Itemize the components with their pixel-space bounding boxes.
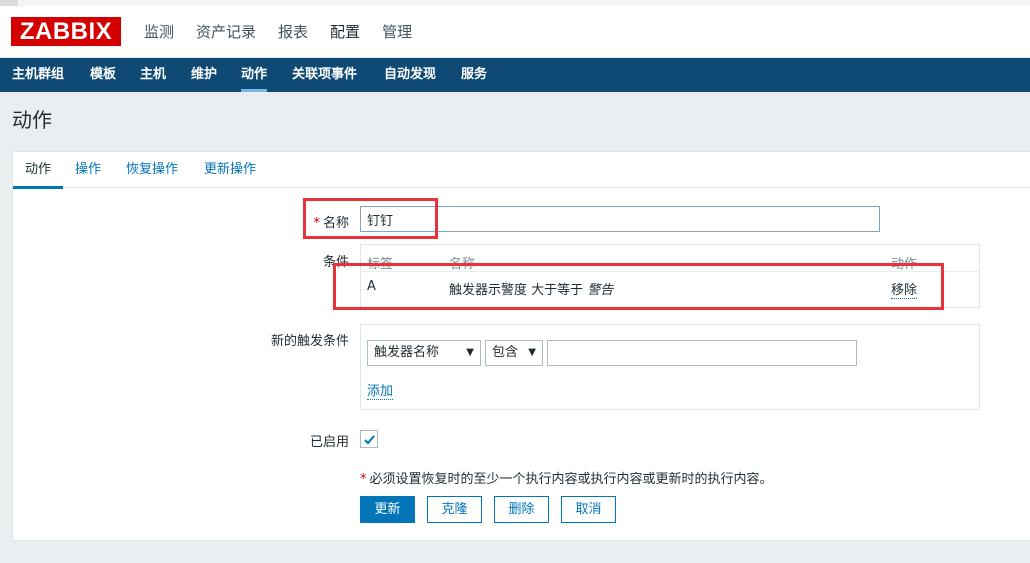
delete-button[interactable]: 删除	[494, 496, 549, 523]
requirement-note: * 必须设置恢复时的至少一个执行内容或执行内容或更新时的执行内容。	[360, 468, 773, 487]
condition-value-input[interactable]	[547, 340, 857, 366]
enabled-checkbox[interactable]	[360, 430, 378, 448]
main-menu-configuration[interactable]: 配置	[330, 6, 360, 58]
tab-operations[interactable]: 操作	[75, 152, 101, 188]
name-input[interactable]	[360, 206, 880, 232]
checkmark-icon	[364, 435, 375, 445]
clone-button[interactable]: 克隆	[427, 496, 482, 523]
sub-menu-host-groups[interactable]: 主机群组	[12, 58, 64, 92]
action-form-card: 动作 操作 恢复操作 更新操作 *名称 条件 标签 名称 动作 A 触发器示警度…	[12, 151, 1030, 541]
main-menu: 监测 资产记录 报表 配置 管理	[144, 6, 434, 58]
condition-type-select[interactable]: 触发器名称 ▼	[367, 340, 481, 366]
sub-menu-maintenance[interactable]: 维护	[191, 58, 217, 92]
add-condition-link[interactable]: 添加	[367, 380, 394, 400]
condition-operator-select[interactable]: 包含 ▼	[485, 340, 543, 366]
sub-menu-actions[interactable]: 动作	[241, 58, 268, 92]
highlight-box-condition	[333, 263, 944, 310]
tab-recovery-operations[interactable]: 恢复操作	[126, 152, 178, 188]
note-required-mark: *	[360, 472, 367, 487]
sub-menu-templates[interactable]: 模板	[90, 58, 116, 92]
main-menu-administration[interactable]: 管理	[382, 6, 412, 58]
sub-menu-discovery[interactable]: 自动发现	[384, 58, 436, 92]
update-button[interactable]: 更新	[360, 496, 415, 523]
new-condition-panel: 触发器名称 ▼ 包含 ▼ 添加	[360, 324, 980, 410]
sub-menu: 主机群组 模板 主机 维护 动作 关联项事件 自动发现 服务	[0, 58, 1030, 92]
sub-menu-hosts[interactable]: 主机	[140, 58, 166, 92]
chevron-down-icon: ▼	[466, 347, 474, 358]
header: ZABBIX 监测 资产记录 报表 配置 管理	[0, 6, 1030, 58]
highlight-box-name	[303, 198, 438, 239]
tab-update-operations[interactable]: 更新操作	[204, 152, 256, 188]
main-menu-reports[interactable]: 报表	[278, 6, 308, 58]
sub-menu-event-correlation[interactable]: 关联项事件	[292, 58, 357, 92]
cancel-button[interactable]: 取消	[561, 496, 616, 523]
chevron-down-icon: ▼	[528, 347, 536, 358]
sub-menu-services[interactable]: 服务	[461, 58, 487, 92]
zabbix-logo[interactable]: ZABBIX	[11, 17, 121, 46]
form-tabs: 动作 操作 恢复操作 更新操作	[12, 152, 1030, 189]
condition-type-value: 触发器名称	[374, 345, 440, 360]
enabled-label: 已启用	[309, 435, 349, 450]
new-condition-label: 新的触发条件	[270, 334, 349, 349]
main-menu-inventory[interactable]: 资产记录	[196, 6, 256, 58]
condition-operator-value: 包含	[492, 345, 519, 360]
note-text: 必须设置恢复时的至少一个执行内容或执行内容或更新时的执行内容。	[369, 472, 773, 487]
page-title: 动作	[12, 108, 52, 132]
tab-action[interactable]: 动作	[12, 152, 64, 189]
main-menu-monitoring[interactable]: 监测	[144, 6, 174, 58]
